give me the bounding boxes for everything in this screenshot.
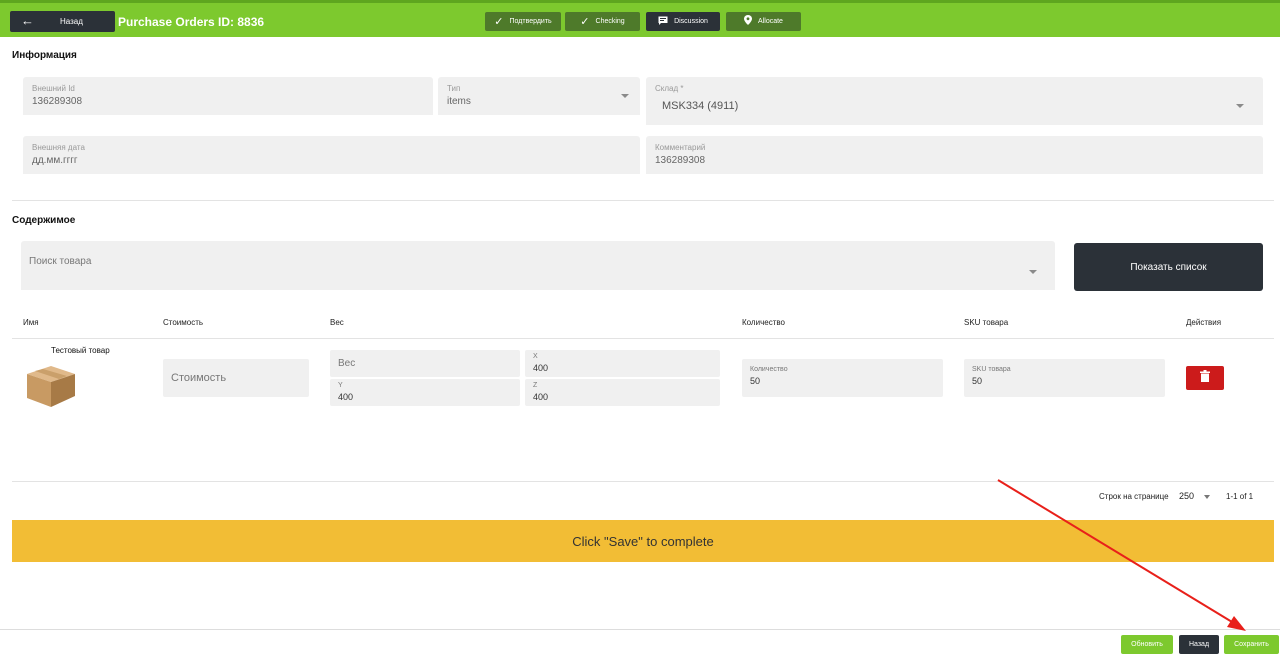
- annotation-arrow: [997, 479, 1246, 631]
